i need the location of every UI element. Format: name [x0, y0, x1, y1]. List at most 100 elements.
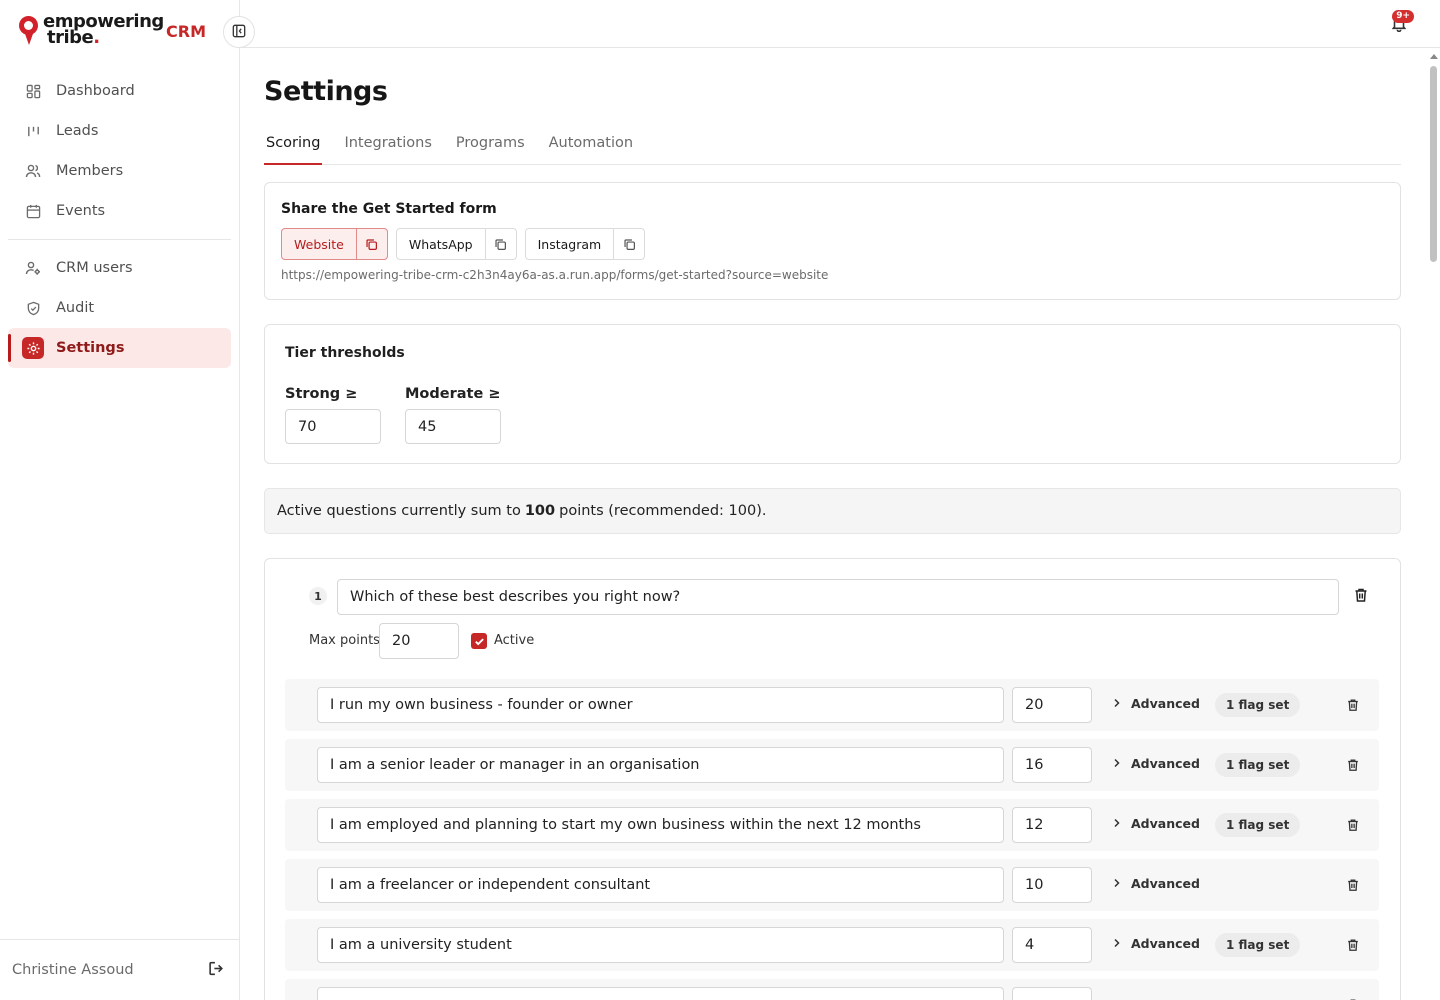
summary-total: 100: [524, 503, 556, 519]
chevron-right-icon: [1113, 696, 1121, 711]
copy-icon[interactable]: [484, 229, 516, 259]
sidebar-item-label: Dashboard: [56, 83, 135, 99]
tab-automation[interactable]: Automation: [547, 132, 635, 165]
answer-row: Advanced 1 flag set: [285, 919, 1379, 971]
advanced-toggle[interactable]: Advanced: [1113, 756, 1200, 771]
chevron-right-icon: [1113, 756, 1121, 771]
summary-prefix: Active questions currently sum to: [277, 503, 521, 519]
answer-points-input[interactable]: [1012, 687, 1092, 723]
nav-divider: [8, 239, 231, 240]
brand-logo[interactable]: empowering tribe.: [18, 13, 164, 48]
answer-text-input[interactable]: [317, 927, 1004, 963]
sidebar-nav: Dashboard Leads Members Events CRM users…: [8, 71, 231, 368]
sidebar-item-leads[interactable]: Leads: [8, 111, 231, 151]
advanced-toggle[interactable]: Advanced: [1113, 696, 1200, 711]
strong-threshold-label: Strong ≥: [285, 386, 358, 402]
sidebar-toggle-icon: [232, 24, 246, 41]
share-form-card: Share the Get Started form Website Whats…: [264, 182, 1401, 300]
tier-thresholds-title: Tier thresholds: [285, 345, 405, 361]
share-website: Website: [281, 228, 388, 260]
tab-integrations[interactable]: Integrations: [342, 132, 433, 165]
shield-icon: [24, 299, 42, 317]
sidebar-item-label: Members: [56, 163, 124, 179]
flag-badge: 1 flag set: [1215, 813, 1301, 837]
answer-row: Advanced 1 flag set: [285, 739, 1379, 791]
pin-logo-icon: [18, 14, 40, 46]
main-scrollbar[interactable]: [1429, 54, 1438, 1000]
sidebar-item-members[interactable]: Members: [8, 151, 231, 191]
moderate-threshold-input[interactable]: [405, 409, 501, 444]
strong-threshold: Strong ≥: [285, 383, 381, 444]
sidebar-item-dashboard[interactable]: Dashboard: [8, 71, 231, 111]
answer-text-input[interactable]: [317, 747, 1004, 783]
share-instagram-button[interactable]: Instagram: [526, 229, 614, 259]
answer-points-input[interactable]: [1012, 927, 1092, 963]
sidebar-item-label: CRM users: [56, 260, 133, 276]
flag-badge: 1 flag set: [1215, 753, 1301, 777]
answer-row: Advanced: [285, 859, 1379, 911]
copy-icon[interactable]: [613, 229, 644, 259]
tab-scoring[interactable]: Scoring: [264, 132, 323, 165]
page-title: Settings: [264, 76, 388, 107]
trash-icon[interactable]: [1346, 697, 1360, 716]
sidebar-item-label: Audit: [56, 300, 95, 316]
answer-text-input[interactable]: [317, 807, 1004, 843]
sidebar-item-audit[interactable]: Audit: [8, 288, 231, 328]
advanced-toggle[interactable]: Advanced: [1113, 816, 1200, 831]
share-whatsapp: WhatsApp: [395, 228, 517, 260]
question-text-input[interactable]: [337, 579, 1339, 615]
scrollbar-thumb[interactable]: [1430, 66, 1437, 262]
active-checkbox[interactable]: [471, 633, 487, 649]
advanced-label: Advanced: [1131, 876, 1200, 891]
points-summary: Active questions currently sum to 100 po…: [264, 488, 1401, 534]
scroll-up-arrow-icon[interactable]: [1430, 54, 1438, 59]
tab-programs[interactable]: Programs: [454, 132, 527, 165]
sidebar-item-crm-users[interactable]: CRM users: [8, 248, 231, 288]
answer-text-input[interactable]: [317, 987, 1004, 1000]
chevron-right-icon: [1113, 936, 1121, 951]
collapse-sidebar-button[interactable]: [223, 16, 255, 48]
current-user-name: Christine Assoud: [12, 962, 134, 978]
advanced-label: Advanced: [1131, 816, 1200, 831]
answer-points-input[interactable]: [1012, 987, 1092, 1000]
strong-threshold-input[interactable]: [285, 409, 381, 444]
moderate-threshold: Moderate ≥: [405, 383, 501, 444]
answer-points-input[interactable]: [1012, 747, 1092, 783]
members-icon: [24, 162, 42, 180]
summary-suffix: points (recommended: 100).: [559, 503, 767, 519]
topbar: 9+: [240, 0, 1440, 48]
trash-icon[interactable]: [1353, 587, 1369, 607]
answer-text-input[interactable]: [317, 687, 1004, 723]
max-points-input[interactable]: [379, 623, 459, 659]
tier-thresholds-card: Tier thresholds Strong ≥ Moderate ≥: [264, 324, 1401, 464]
answer-points-input[interactable]: [1012, 867, 1092, 903]
answer-text-input[interactable]: [317, 867, 1004, 903]
leads-icon: [24, 122, 42, 140]
main-content: Settings Scoring Integrations Programs A…: [240, 48, 1440, 1000]
trash-icon[interactable]: [1346, 877, 1360, 896]
sidebar: empowering tribe. CRM Dashboard Leads Me…: [0, 0, 240, 1000]
calendar-icon: [24, 202, 42, 220]
share-website-button[interactable]: Website: [282, 229, 356, 259]
trash-icon[interactable]: [1346, 937, 1360, 956]
question-number: 1: [309, 587, 327, 605]
advanced-toggle[interactable]: Advanced: [1113, 876, 1200, 891]
answer-points-input[interactable]: [1012, 807, 1092, 843]
share-whatsapp-button[interactable]: WhatsApp: [397, 229, 485, 259]
brand-line2: tribe: [47, 27, 94, 48]
trash-icon[interactable]: [1346, 757, 1360, 776]
crm-users-icon: [24, 259, 42, 277]
gear-icon: [22, 337, 44, 359]
share-form-title: Share the Get Started form: [281, 201, 497, 217]
advanced-toggle[interactable]: Advanced: [1113, 936, 1200, 951]
logout-icon[interactable]: [208, 960, 225, 981]
trash-icon[interactable]: [1346, 817, 1360, 836]
settings-tabs: Scoring Integrations Programs Automation: [264, 132, 1401, 165]
active-label: Active: [494, 633, 535, 648]
sidebar-item-events[interactable]: Events: [8, 191, 231, 231]
chevron-right-icon: [1113, 816, 1121, 831]
brand-dot: .: [93, 27, 100, 48]
copy-icon[interactable]: [355, 229, 387, 259]
sidebar-item-settings[interactable]: Settings: [8, 328, 231, 368]
flag-badge: 1 flag set: [1215, 933, 1301, 957]
